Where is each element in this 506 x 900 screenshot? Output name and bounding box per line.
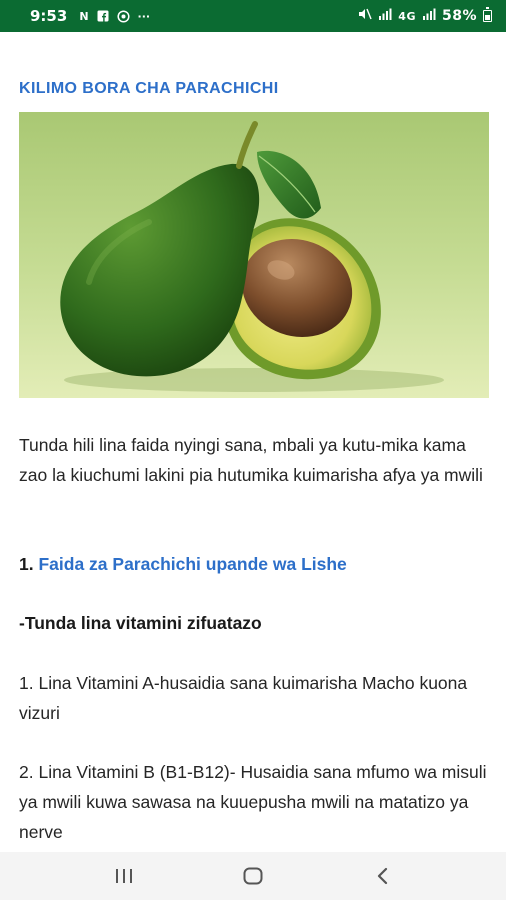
- recent-apps-button[interactable]: [104, 856, 144, 896]
- list-item: 1. Lina Vitamini A-husaidia sana kuimari…: [19, 673, 468, 723]
- section-link[interactable]: Faida za Parachichi upande wa Lishe: [38, 554, 346, 574]
- article-content[interactable]: KILIMO BORA CHA PARACHICHI Tunda hili li…: [0, 32, 506, 852]
- recent-apps-icon: [116, 869, 133, 883]
- battery-icon: [483, 7, 492, 22]
- home-icon: [243, 867, 263, 885]
- network-type: 4G: [398, 9, 416, 23]
- more-notifications-icon: ···: [137, 9, 151, 23]
- facebook-notification-icon: [97, 10, 109, 22]
- battery-percent: 58%: [441, 8, 477, 24]
- whatsapp-notification-icon: [116, 9, 130, 23]
- avocado-image: [19, 112, 489, 398]
- list-item: 2. Lina Vitamini B (B1-B12)- Husaidia sa…: [19, 762, 487, 842]
- status-bar: 9:53 N ··· 4G 58%: [0, 0, 506, 32]
- mute-icon: [358, 8, 372, 24]
- page-title: KILIMO BORA CHA PARACHICHI: [19, 80, 279, 97]
- back-button[interactable]: [362, 856, 402, 896]
- intro-paragraph: Tunda hili lina faida nyingi sana, mbali…: [19, 435, 483, 485]
- subheading: -Tunda lina vitamini zifuatazo: [19, 613, 262, 633]
- home-button[interactable]: [233, 856, 273, 896]
- signal-icon-2: [422, 8, 436, 24]
- status-time: 9:53: [30, 7, 68, 25]
- back-icon: [377, 867, 387, 885]
- navigation-bar: [0, 852, 506, 900]
- section-heading: 1. Faida za Parachichi upande wa Lishe: [19, 549, 347, 579]
- section-number: 1.: [19, 554, 34, 574]
- signal-icon: [378, 8, 392, 24]
- netflix-notification-icon: N: [79, 9, 89, 23]
